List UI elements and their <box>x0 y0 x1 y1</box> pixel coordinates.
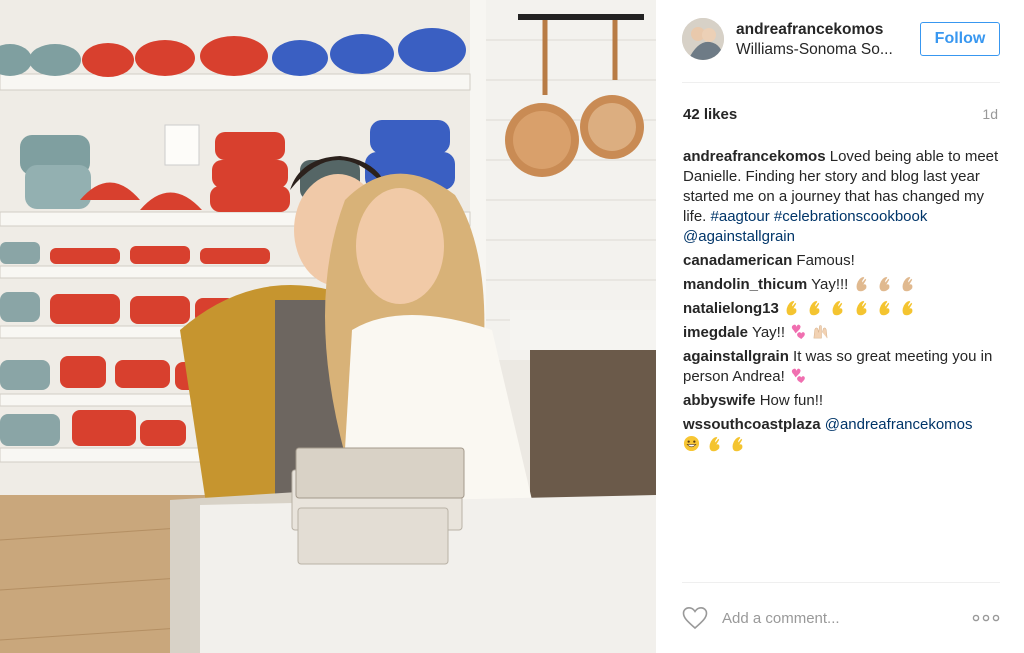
avatar[interactable] <box>682 18 724 60</box>
avatar-photo-icon <box>682 18 724 60</box>
comments-list: andreafrancekomos Loved being able to me… <box>683 147 1001 459</box>
comment-text: How fun!! <box>759 392 824 409</box>
comment-author[interactable]: abbyswife <box>683 392 756 409</box>
clapping-hands-icon <box>832 300 843 316</box>
raised-hands-icon <box>813 325 828 339</box>
hashtag-celebrationscookbook[interactable]: #celebrationscookbook <box>774 208 927 225</box>
clapping-hands-icon <box>902 276 913 292</box>
post-username[interactable]: andreafrancekomos <box>736 21 883 39</box>
clapping-hands-icon <box>809 300 820 316</box>
post-time[interactable]: 1d <box>982 106 998 122</box>
comment-author[interactable]: againstallgrain <box>683 348 789 365</box>
divider-bottom <box>682 582 1000 583</box>
hashtag-aagtour[interactable]: #aagtour <box>711 208 770 225</box>
comment-item: imegdale Yay!! <box>683 323 1001 343</box>
comment-item: wssouthcoastplaza @andreafrancekomos <box>683 415 1001 455</box>
comment-item: abbyswife How fun!! <box>683 391 1001 411</box>
comment-author[interactable]: canadamerican <box>683 252 792 269</box>
clapping-hands-icon <box>856 276 866 292</box>
comment-item: canadamerican Famous! <box>683 251 1001 271</box>
add-comment-input[interactable] <box>722 604 952 632</box>
clapping-hands-icon <box>902 300 913 316</box>
comment-composer <box>682 600 1000 636</box>
heart-outline-icon[interactable] <box>682 606 708 630</box>
post-photo[interactable] <box>0 0 656 653</box>
caption-author[interactable]: andreafrancekomos <box>683 148 826 165</box>
post-header: andreafrancekomos Williams-Sonoma So... … <box>682 18 1000 66</box>
grinning-face-icon <box>683 435 700 452</box>
likes-count[interactable]: 42 likes <box>683 106 737 123</box>
comment-author[interactable]: wssouthcoastplaza <box>683 416 821 433</box>
two-hearts-icon <box>791 368 805 384</box>
divider-top <box>682 82 1000 83</box>
clapping-hands-icon <box>786 300 797 316</box>
ellipsis-icon[interactable] <box>972 610 1000 626</box>
comment-author[interactable]: imegdale <box>683 324 748 341</box>
post-location[interactable]: Williams-Sonoma So... <box>736 41 906 59</box>
clapping-hands-icon <box>879 276 890 292</box>
follow-button[interactable]: Follow <box>920 22 1000 56</box>
clapping-hands-icon <box>879 300 890 316</box>
mention-againstallgrain[interactable]: @againstallgrain <box>683 228 795 245</box>
comment-item: natalielong13 <box>683 299 1001 319</box>
clapping-hands-icon <box>856 300 866 316</box>
comment-text: Yay!!! <box>811 276 849 293</box>
two-hearts-icon <box>792 324 806 340</box>
clapping-hands-icon <box>709 436 720 452</box>
comment-item: mandolin_thicum Yay!!! <box>683 275 1001 295</box>
comment-text: Famous! <box>796 252 855 269</box>
clapping-hands-icon <box>732 436 743 452</box>
photo-illustration <box>0 0 656 653</box>
comment-author[interactable]: natalielong13 <box>683 300 779 317</box>
caption: andreafrancekomos Loved being able to me… <box>683 147 1001 247</box>
mention-andreafrancekomos[interactable]: @andreafrancekomos <box>825 416 973 433</box>
comment-item: againstallgrain It was so great meeting … <box>683 347 1001 387</box>
comment-text: Yay!! <box>751 324 786 341</box>
post-panel: andreafrancekomos Williams-Sonoma So... … <box>656 0 1024 653</box>
comment-author[interactable]: mandolin_thicum <box>683 276 807 293</box>
